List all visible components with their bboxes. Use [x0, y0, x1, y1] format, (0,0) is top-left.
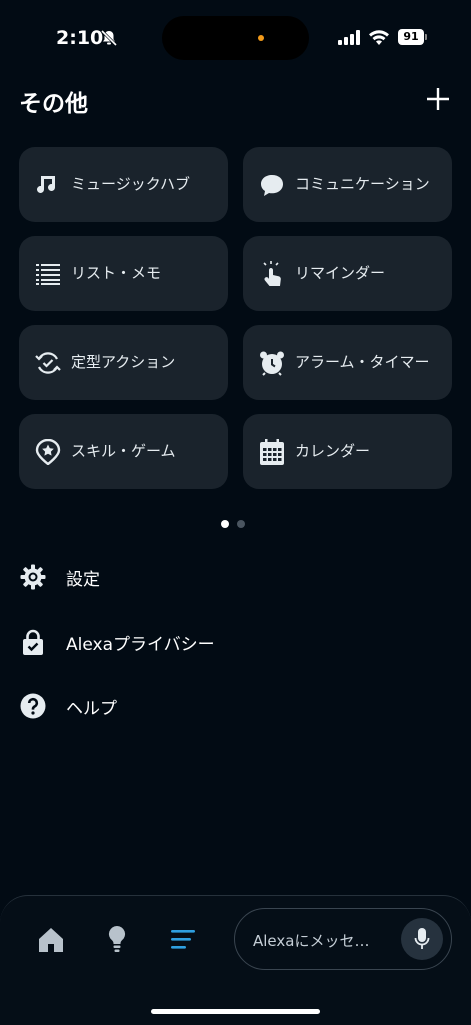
music-note-icon: [35, 172, 61, 198]
tile-label: ミュージックハブ: [71, 175, 190, 193]
battery-level: 91: [398, 29, 424, 45]
tile-list-memo[interactable]: リスト・メモ: [19, 236, 228, 311]
tile-routines[interactable]: 定型アクション: [19, 325, 228, 400]
message-placeholder: Alexaにメッセ…: [253, 932, 370, 950]
microphone-button[interactable]: [401, 918, 443, 960]
tile-label: リスト・メモ: [71, 264, 162, 282]
page-indicator[interactable]: [221, 513, 253, 532]
alarm-clock-icon: [259, 350, 285, 376]
tile-label: アラーム・タイマー: [295, 353, 430, 371]
home-icon[interactable]: [37, 926, 65, 954]
tile-alarms-timers[interactable]: アラーム・タイマー: [243, 325, 452, 400]
tile-label: リマインダー: [295, 264, 386, 282]
gear-icon: [19, 564, 46, 591]
tile-communication[interactable]: コミュニケーション: [243, 147, 452, 222]
menu-label: Alexaプライバシー: [66, 634, 215, 655]
tile-label: スキル・ゲーム: [71, 442, 176, 460]
routine-check-icon: [35, 350, 61, 376]
dynamic-island: [162, 16, 309, 60]
menu-item-alexa-privacy[interactable]: Alexaプライバシー: [19, 627, 215, 657]
lightbulb-icon[interactable]: [103, 925, 131, 953]
tile-music-hub[interactable]: ミュージックハブ: [19, 147, 228, 222]
menu-label: 設定: [66, 569, 100, 590]
battery-indicator: 91: [398, 29, 428, 45]
microphone-icon: [414, 928, 430, 949]
status-time: 2:10: [56, 27, 104, 49]
message-alexa-input[interactable]: Alexaにメッセ…: [234, 908, 452, 970]
calendar-icon: [259, 438, 285, 465]
tap-hand-icon: [259, 260, 285, 287]
page-dot[interactable]: [237, 520, 245, 528]
tile-label: 定型アクション: [71, 353, 176, 371]
privacy-dot: [258, 35, 264, 41]
tile-label: コミュニケーション: [295, 175, 430, 193]
tile-label: カレンダー: [295, 442, 371, 460]
skill-star-icon: [35, 438, 61, 465]
more-menu-icon[interactable]: [170, 926, 198, 954]
page-dot-active[interactable]: [221, 520, 229, 528]
tile-skills-games[interactable]: スキル・ゲーム: [19, 414, 228, 489]
page-title: その他: [19, 91, 88, 117]
list-icon: [35, 261, 61, 287]
menu-item-help[interactable]: ヘルプ: [19, 691, 117, 721]
menu-label: ヘルプ: [66, 698, 117, 719]
tile-reminders[interactable]: リマインダー: [243, 236, 452, 311]
cellular-signal-icon: [338, 30, 360, 45]
add-icon[interactable]: [426, 87, 450, 111]
wifi-icon: [369, 30, 389, 45]
tile-calendar[interactable]: カレンダー: [243, 414, 452, 489]
help-icon: [19, 693, 46, 720]
home-indicator[interactable]: [151, 1009, 320, 1014]
speech-bubble-icon: [259, 172, 285, 198]
privacy-lock-icon: [19, 629, 46, 656]
bell-muted-icon: [100, 29, 118, 47]
menu-item-settings[interactable]: 設定: [19, 562, 100, 592]
